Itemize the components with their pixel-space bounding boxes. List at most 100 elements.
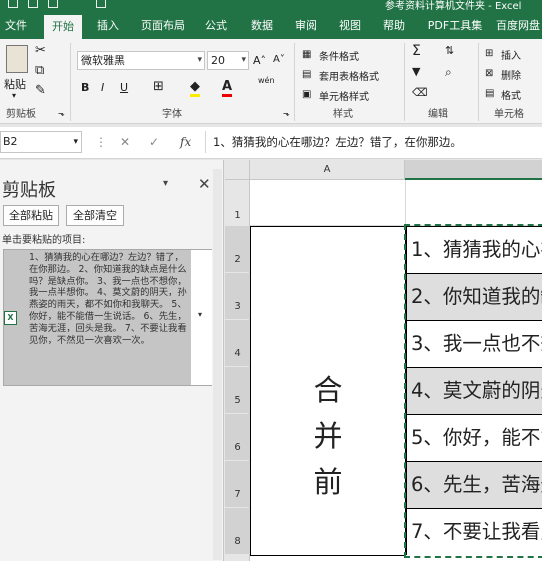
ribbon: 粘贴 ▾ ✂ ⧉ ✎ 剪贴板 ⬎ 微软雅黑 ▾ 20 ▾ A˄ A˅ B I U…: [0, 39, 542, 124]
sort-filter-icon[interactable]: ⇅: [445, 44, 454, 58]
row-header-5[interactable]: 5: [225, 367, 250, 413]
chevron-down-icon: ▾: [197, 55, 202, 65]
column-headers: A: [225, 160, 542, 180]
ribbon-tabs: 文件 开始 插入 页面布局 公式 数据 审阅 视图 帮助 PDF工具集 百度网盘: [0, 12, 542, 39]
cut-icon[interactable]: ✂: [35, 44, 46, 58]
font-name-value: 微软雅黑: [81, 54, 125, 67]
separator: [70, 43, 71, 121]
insert-cells-icon: ⊞: [485, 48, 494, 59]
name-box[interactable]: B2 ▾: [0, 131, 82, 153]
copy-marquee: [404, 224, 542, 558]
delete-cells-icon: ⊠: [485, 68, 494, 79]
close-icon[interactable]: ✕: [198, 175, 211, 193]
more-icon: ⋮: [95, 135, 107, 149]
fill-icon[interactable]: ▼: [412, 65, 420, 79]
conditional-format-icon: ▦: [302, 49, 312, 60]
select-all-corner[interactable]: [225, 160, 250, 180]
delete-cells-button[interactable]: 删除: [501, 67, 521, 82]
pane-options-icon[interactable]: ▾: [163, 178, 168, 189]
styles-group-label: 样式: [333, 109, 353, 120]
paste-icon[interactable]: [6, 45, 28, 73]
tab-insert[interactable]: 插入: [92, 12, 124, 39]
copy-icon[interactable]: ⧉: [35, 64, 44, 78]
merged-cell-a2[interactable]: 合 并 前: [250, 226, 406, 556]
autosum-icon[interactable]: Σ: [412, 44, 421, 58]
save-icon[interactable]: [8, 0, 18, 8]
row-header-3[interactable]: 3: [225, 273, 250, 319]
excel-icon: X: [4, 311, 17, 325]
font-size-value: 20: [211, 54, 225, 67]
paste-all-button[interactable]: 全部粘贴: [3, 205, 59, 226]
paste-dropdown-icon[interactable]: ▾: [12, 91, 16, 100]
tab-home[interactable]: 开始: [44, 15, 82, 39]
insert-function-icon[interactable]: fx: [180, 135, 191, 149]
enter-icon[interactable]: ✓: [149, 135, 159, 149]
undo-icon[interactable]: [28, 0, 38, 8]
find-select-icon[interactable]: ⌕: [445, 65, 452, 79]
merged-cell-text: 合 并 前: [251, 367, 405, 505]
cells-group-label: 单元格: [494, 109, 524, 120]
quick-access-icon[interactable]: [96, 0, 106, 8]
tab-baidu-netdisk[interactable]: 百度网盘: [496, 12, 542, 39]
row-header-7[interactable]: 7: [225, 461, 250, 507]
shrink-font-button[interactable]: A˅: [273, 54, 285, 65]
tab-view[interactable]: 视图: [334, 12, 366, 39]
insert-cells-button[interactable]: 插入: [501, 47, 521, 62]
font-size-combo[interactable]: 20 ▾: [207, 51, 249, 70]
underline-button[interactable]: U: [120, 81, 128, 94]
clipboard-item[interactable]: X 1、猜猜我的心在哪边？左边？错了，在你那边。 2、你知道我的缺点是什么吗？是…: [3, 249, 212, 386]
clipboard-launcher-icon[interactable]: ⬎: [58, 107, 65, 121]
tab-data[interactable]: 数据: [246, 12, 278, 39]
phonetic-button[interactable]: wén: [258, 76, 275, 85]
clear-icon[interactable]: ⌫: [412, 86, 428, 100]
tab-page-layout[interactable]: 页面布局: [136, 12, 190, 39]
tab-pdf-tools[interactable]: PDF工具集: [424, 12, 486, 39]
window-title: 参考资料计算机文件夹 - Excel: [385, 1, 522, 12]
clear-all-button[interactable]: 全部清空: [66, 205, 124, 226]
conditional-format-button[interactable]: 条件格式: [319, 48, 359, 63]
row-header-1[interactable]: 1: [225, 210, 250, 221]
format-cells-button[interactable]: 格式: [501, 87, 521, 102]
formula-bar: B2 ▾ ⋮ ✕ ✓ fx 1、猜猜我的心在哪边？左边？错了，在你那边。: [0, 127, 542, 159]
table-format-icon: ▤: [302, 69, 312, 80]
tab-formulas[interactable]: 公式: [200, 12, 232, 39]
clipboard-item-dropdown[interactable]: ▾: [190, 250, 212, 385]
font-launcher-icon[interactable]: ⬎: [283, 107, 290, 121]
row-header-6[interactable]: 6: [225, 414, 250, 460]
fill-color-icon[interactable]: ◆: [190, 80, 200, 97]
row-header-2[interactable]: 2: [225, 226, 250, 272]
italic-button[interactable]: I: [101, 81, 104, 94]
chevron-down-icon: ▾: [198, 310, 203, 319]
format-cells-icon: ▤: [485, 88, 495, 99]
cell-styles-icon: ▣: [302, 89, 312, 100]
chevron-down-icon: ▾: [73, 137, 78, 147]
row-header-4[interactable]: 4: [225, 320, 250, 366]
tab-file[interactable]: 文件: [0, 12, 32, 39]
clipboard-pane: 剪贴板 ▾ ✕ 全部粘贴 全部清空 单击要粘贴的项目: X 1、猜猜我的心在哪边…: [0, 160, 224, 561]
column-header-a[interactable]: A: [250, 160, 405, 180]
cell-styles-button[interactable]: 单元格样式: [319, 88, 369, 103]
tab-help[interactable]: 帮助: [378, 12, 410, 39]
row-header-8[interactable]: 8: [225, 508, 250, 554]
format-painter-icon[interactable]: ✎: [35, 84, 46, 98]
merged-char: 前: [313, 465, 343, 499]
borders-icon[interactable]: ⊞: [153, 80, 164, 94]
formula-input[interactable]: 1、猜猜我的心在哪边？左边？错了，在你那边。: [205, 131, 542, 153]
editing-group-label: 编辑: [428, 109, 448, 120]
font-color-icon[interactable]: A: [222, 80, 233, 97]
pane-hint: 单击要粘贴的项目:: [2, 235, 86, 246]
table-format-button[interactable]: 套用表格格式: [319, 68, 379, 83]
tab-review[interactable]: 审阅: [290, 12, 322, 39]
merged-char: 并: [313, 419, 343, 453]
chevron-down-icon: ▾: [241, 55, 246, 65]
grow-font-button[interactable]: A˄: [253, 54, 266, 67]
cancel-icon[interactable]: ✕: [120, 135, 130, 149]
paste-button[interactable]: 粘贴: [4, 76, 26, 92]
column-header-b[interactable]: [405, 160, 542, 180]
worksheet-grid[interactable]: A 1 2 3 4 5 6 7 8 合 并 前 1、猜猜我的心在哪边？左边？错了…: [225, 160, 542, 561]
merged-char: 合: [313, 373, 343, 407]
pane-scrollbar[interactable]: [213, 169, 222, 560]
redo-icon[interactable]: [48, 0, 58, 8]
font-name-combo[interactable]: 微软雅黑 ▾: [77, 51, 205, 70]
bold-button[interactable]: B: [81, 81, 89, 94]
